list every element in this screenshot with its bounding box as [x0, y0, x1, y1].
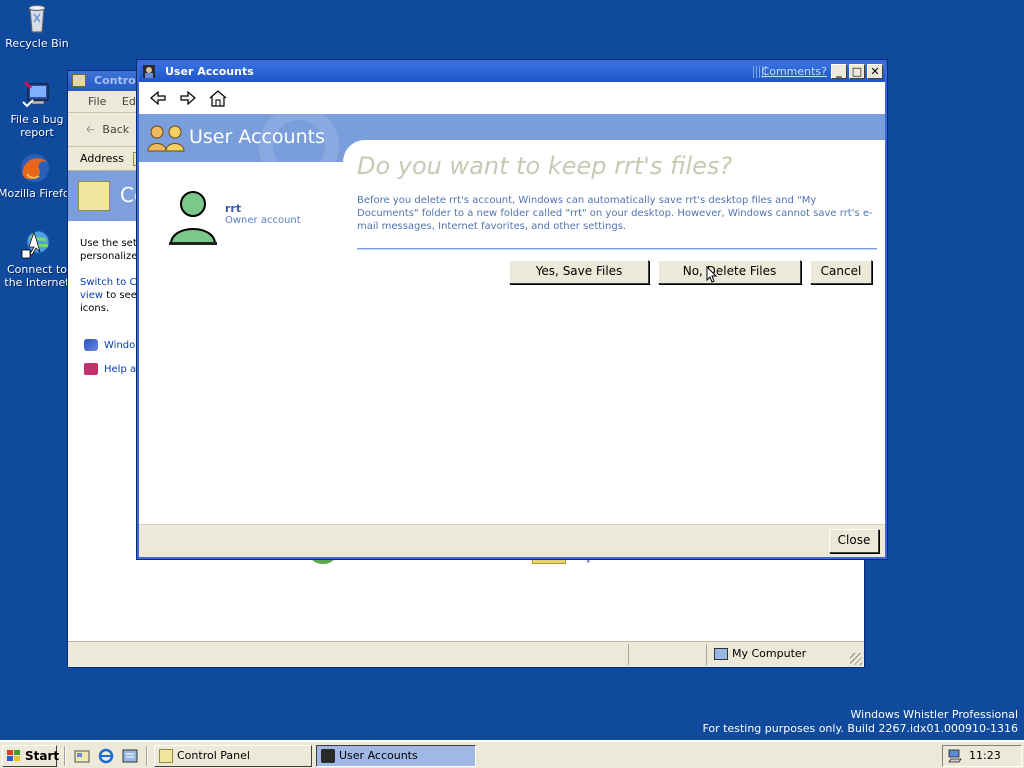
desktop-icon-firefox[interactable]: Mozilla Firefox — [0, 152, 76, 200]
task-label: Windo — [104, 340, 136, 351]
divider — [357, 248, 877, 250]
bug-report-icon — [22, 80, 49, 108]
dialog-footer: Close — [139, 524, 885, 557]
windows-update-icon — [84, 339, 98, 351]
user-accounts-window[interactable]: User Accounts Comments? _ □ ✕ User Accou… — [137, 60, 887, 559]
start-button[interactable]: Start — [2, 745, 60, 767]
back-button-label[interactable]: Back — [102, 123, 129, 136]
show-desktop-icon[interactable] — [74, 748, 90, 764]
comments-link[interactable]: Comments? — [762, 65, 827, 78]
question-heading: Do you want to keep rrt's files? — [357, 152, 733, 180]
minimize-button[interactable]: _ — [831, 64, 847, 79]
taskbar-button-label: User Accounts — [339, 749, 418, 762]
task-area-divider — [146, 746, 148, 766]
network-icon[interactable] — [947, 749, 963, 763]
recycle-bin-icon — [28, 5, 46, 33]
help-book-icon — [84, 363, 98, 375]
side-line: Use the set — [80, 238, 137, 249]
task-windows-update[interactable]: Windo — [84, 339, 135, 351]
user-accounts-titlebar[interactable]: User Accounts Comments? _ □ ✕ — [139, 62, 885, 82]
desktop-icon-label: Recycle Bin — [5, 37, 69, 50]
back-arrow-icon[interactable] — [147, 88, 169, 108]
control-panel-title: Control — [94, 74, 140, 87]
status-zone: My Computer — [714, 647, 806, 660]
desktop-icon-file-bug[interactable]: File a bug report — [0, 78, 74, 139]
window-title: User Accounts — [165, 65, 254, 78]
menu-file[interactable]: File — [88, 95, 106, 108]
windows-flag-icon — [7, 750, 20, 761]
task-help[interactable]: Help a — [84, 363, 136, 375]
desktop-icon-recycle-bin[interactable]: Recycle Bin — [0, 2, 74, 50]
user-name: rrt — [225, 202, 242, 215]
status-divider — [628, 644, 629, 665]
side-line: icons. — [80, 303, 110, 314]
user-accounts-app-icon — [321, 749, 335, 763]
watermark-line: Windows Whistler Professional — [850, 708, 1019, 721]
close-window-button[interactable]: ✕ — [867, 64, 883, 79]
forward-arrow-icon[interactable] — [177, 88, 199, 108]
desktop-icon-label: Mozilla Firefox — [0, 187, 76, 200]
clock[interactable]: 11:23 AM — [969, 749, 1001, 768]
task-label: Help a — [104, 364, 137, 375]
internet-explorer-icon[interactable] — [98, 748, 114, 764]
windows-explorer-icon[interactable] — [122, 748, 138, 764]
desktop-icon-label: Connect to the Internet — [4, 263, 70, 289]
cancel-button[interactable]: Cancel — [810, 260, 872, 284]
firefox-icon — [21, 154, 49, 182]
side-line: to see — [103, 290, 137, 301]
maximize-button[interactable]: □ — [849, 64, 865, 79]
close-button[interactable]: Close — [829, 529, 879, 553]
control-panel-folder-icon — [78, 181, 110, 211]
connect-internet-icon — [21, 230, 50, 259]
user-avatar-icon — [169, 191, 217, 245]
control-panel-icon — [159, 749, 173, 763]
status-zone-label: My Computer — [732, 647, 807, 660]
navigation-bar — [139, 82, 885, 114]
no-delete-files-button[interactable]: No, Delete Files — [658, 260, 801, 284]
user-account-type: Owner account — [225, 215, 301, 226]
my-computer-icon — [714, 648, 728, 660]
explanation-text: Before you delete rrt's account, Windows… — [357, 195, 873, 232]
taskbar-button-label: Control Panel — [177, 749, 250, 762]
control-panel-icon — [72, 74, 86, 87]
control-panel-side-text: Use the set personalize Switch to Cl vie… — [80, 237, 140, 315]
side-line: personalize — [80, 251, 138, 262]
taskbar-button-control-panel[interactable]: Control Panel — [154, 745, 312, 767]
system-tray: 11:23 AM — [942, 745, 1022, 767]
address-label: Address — [80, 152, 124, 165]
desktop-icon-connect-internet[interactable]: Connect to the Internet — [0, 228, 74, 289]
user-accounts-app-icon — [143, 65, 155, 78]
desktop-icon-label: File a bug report — [10, 113, 64, 139]
taskbar: Start Control Panel User Accounts 11:23 … — [0, 740, 1024, 768]
resize-grip-icon[interactable] — [850, 653, 862, 665]
start-label: Start — [25, 749, 60, 763]
yes-save-files-button[interactable]: Yes, Save Files — [509, 260, 649, 284]
user-accounts-icon — [147, 125, 185, 152]
switch-view-link[interactable]: Switch to Cl — [80, 276, 140, 289]
watermark-line: For testing purposes only. Build 2267.id… — [702, 722, 1018, 735]
taskbar-button-user-accounts[interactable]: User Accounts — [316, 745, 476, 767]
quick-launch-divider — [64, 746, 66, 766]
build-watermark: Windows Whistler Professional For testin… — [702, 708, 1018, 736]
back-arrow-icon[interactable]: 🡠 — [86, 123, 95, 136]
control-panel-statusbar: My Computer — [68, 641, 864, 667]
view-link[interactable]: view — [80, 290, 103, 301]
mouse-cursor-icon — [706, 266, 718, 283]
delete-account-panel: Do you want to keep rrt's files? Before … — [343, 140, 885, 530]
home-icon[interactable] — [207, 88, 229, 108]
status-divider — [706, 644, 707, 665]
user-accounts-header-title: User Accounts — [189, 126, 325, 148]
